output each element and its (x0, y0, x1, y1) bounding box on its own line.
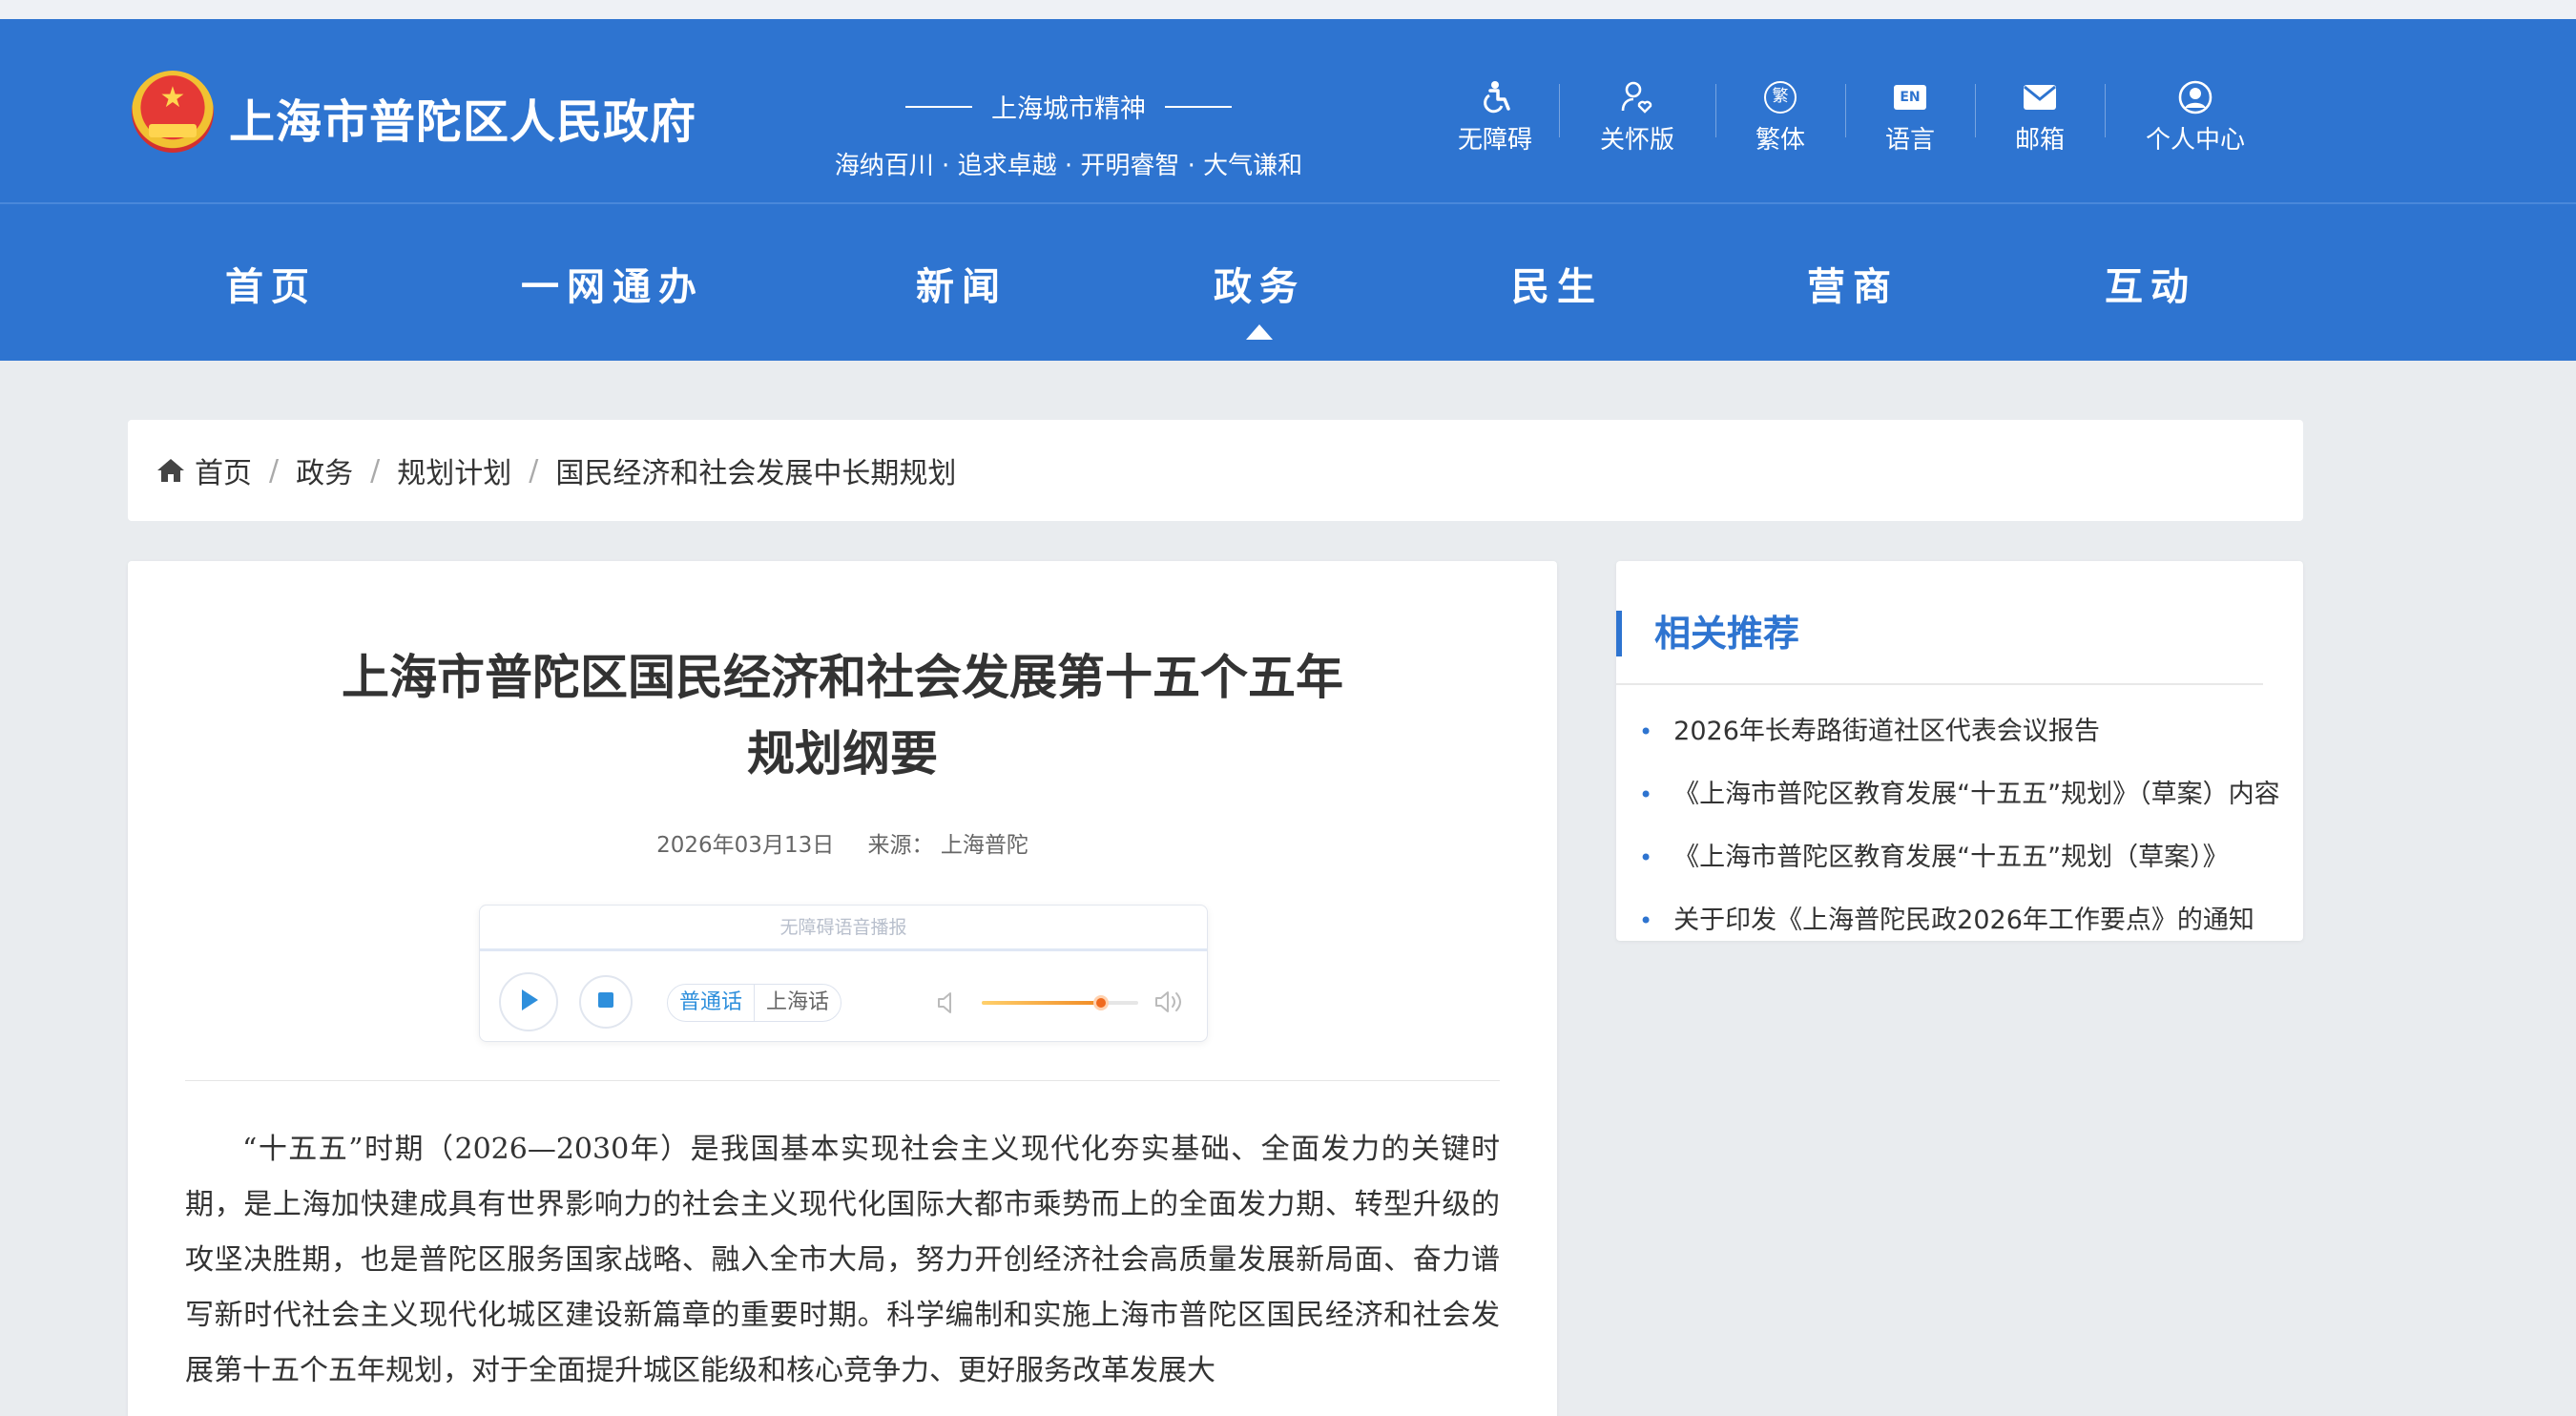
tool-label: 繁体 (1755, 126, 1805, 155)
breadcrumb-current[interactable]: 国民经济和社会发展中长期规划 (555, 449, 956, 491)
city-motto: 上海城市精神 海纳百川 · 追求卓越 · 开明睿智 · 大气谦和 (821, 88, 1317, 181)
tool-mail[interactable]: 邮箱 (1975, 61, 2105, 166)
motto-title: 上海城市精神 (991, 94, 1146, 124)
related-title: 相关推荐 (1616, 611, 1799, 656)
home-icon (156, 457, 185, 484)
user-icon (2178, 78, 2212, 116)
accessibility-icon (1479, 78, 1511, 116)
volume-slider[interactable] (982, 995, 1138, 1010)
related-panel: 相关推荐 • 2026年长寿路街道社区代表会议报告 • 《上海市普陀区教育发展“十五… (1616, 561, 2303, 941)
main-nav: 首页 一网通办 新闻 政务 民生 营商 互动 (0, 206, 2576, 361)
header-top: ★ 上海市普陀区人民政府 上海城市精神 海纳百川 · 追求卓越 · 开明睿智 ·… (0, 19, 2576, 204)
tool-label: 语言 (1884, 126, 1935, 155)
nav-item-livelihood[interactable]: 民生 (1511, 256, 1603, 311)
breadcrumb-plans[interactable]: 规划计划 (397, 449, 511, 491)
breadcrumb: 首页 / 政务 / 规划计划 / 国民经济和社会发展中长期规划 (128, 420, 2303, 521)
article-title: 上海市普陀区国民经济和社会发展第十五个五年 规划纲要 (342, 650, 1343, 781)
top-strip (0, 0, 2576, 19)
nav-item-interaction[interactable]: 互动 (2105, 256, 2196, 311)
motto-subtitle: 海纳百川 · 追求卓越 · 开明睿智 · 大气谦和 (834, 152, 1303, 180)
related-item[interactable]: • 《上海市普陀区教育发展“十五五”规划（草案）》 (1639, 826, 2297, 889)
site-title[interactable]: 上海市普陀区人民政府 (229, 84, 696, 151)
nav-active-indicator (1246, 324, 1273, 340)
tool-care-mode[interactable]: 关怀版 (1559, 61, 1715, 166)
volume-high-icon[interactable] (1153, 988, 1186, 1020)
tool-traditional-chinese[interactable]: 繁 繁体 (1715, 61, 1845, 166)
lang-option-shanghainese[interactable]: 上海话 (755, 985, 841, 1021)
national-emblem-icon: ★ (132, 71, 214, 153)
mail-icon (2023, 78, 2057, 116)
language-icon: EN (1894, 78, 1926, 116)
related-item[interactable]: • 《上海市普陀区教育发展“十五五”规划》（草案）内容 (1639, 763, 2297, 826)
breadcrumb-home[interactable]: 首页 (195, 449, 252, 491)
nav-item-business[interactable]: 营商 (1807, 256, 1899, 311)
related-item[interactable]: • 关于印发《上海普陀民政2026年工作要点》的通知 (1639, 889, 2297, 952)
nav-item-government-affairs[interactable]: 政务 (1214, 256, 1305, 311)
breadcrumb-government-affairs[interactable]: 政务 (296, 449, 353, 491)
care-mode-icon (1620, 78, 1654, 116)
tool-label: 关怀版 (1599, 126, 1674, 155)
article-source: 来源： 上海普陀 (867, 833, 1028, 858)
bullet-icon: • (1639, 907, 1653, 934)
language-toggle: 普通话 上海话 (667, 984, 842, 1022)
nav-item-news[interactable]: 新闻 (916, 256, 1008, 311)
nav-item-one-stop-service[interactable]: 一网通办 (521, 256, 704, 311)
tool-accessibility[interactable]: 无障碍 (1431, 61, 1559, 166)
tool-language[interactable]: EN 语言 (1845, 61, 1975, 166)
bullet-icon: • (1639, 718, 1653, 745)
related-item[interactable]: • 2026年长寿路街道社区代表会议报告 (1639, 700, 2297, 763)
nav-item-home[interactable]: 首页 (225, 256, 317, 311)
article-meta: 2026年03月13日 来源： 上海普陀 (128, 826, 1557, 859)
traditional-chinese-icon: 繁 (1764, 78, 1797, 116)
audio-player: 无障碍语音播报 普通话 上海话 (479, 905, 1208, 1042)
article-date: 2026年03月13日 (656, 833, 835, 858)
volume-fill (982, 1001, 1101, 1005)
volume-low-icon[interactable] (936, 989, 959, 1020)
tool-label: 个人中心 (2145, 126, 2245, 155)
audio-player-title: 无障碍语音播报 (480, 906, 1207, 951)
tool-label: 邮箱 (2014, 126, 2065, 155)
play-button[interactable] (499, 972, 558, 1031)
volume-knob[interactable] (1092, 995, 1109, 1010)
tool-label: 无障碍 (1457, 126, 1532, 155)
tool-user-center[interactable]: 个人中心 (2105, 61, 2286, 166)
related-list: • 2026年长寿路街道社区代表会议报告 • 《上海市普陀区教育发展“十五五”规划》… (1639, 700, 2297, 952)
lang-option-mandarin[interactable]: 普通话 (668, 985, 756, 1021)
article-divider (185, 1080, 1500, 1081)
bullet-icon: • (1639, 844, 1653, 871)
related-divider (1616, 683, 2263, 685)
article-body: “十五五”时期（2026—2030年）是我国基本实现社会主义现代化夯实基础、全面… (185, 1133, 1500, 1387)
stop-icon (597, 991, 614, 1012)
article-card: 上海市普陀区国民经济和社会发展第十五个五年 规划纲要 2026年03月13日 来… (128, 561, 1557, 1416)
stop-button[interactable] (579, 975, 633, 1029)
header-tools: 无障碍 关怀版 繁 繁体 EN 语言 邮箱 个人中心 (1431, 61, 2286, 166)
play-icon (517, 988, 540, 1016)
bullet-icon: • (1639, 781, 1653, 808)
site-header: ★ 上海市普陀区人民政府 上海城市精神 海纳百川 · 追求卓越 · 开明睿智 ·… (0, 19, 2576, 361)
